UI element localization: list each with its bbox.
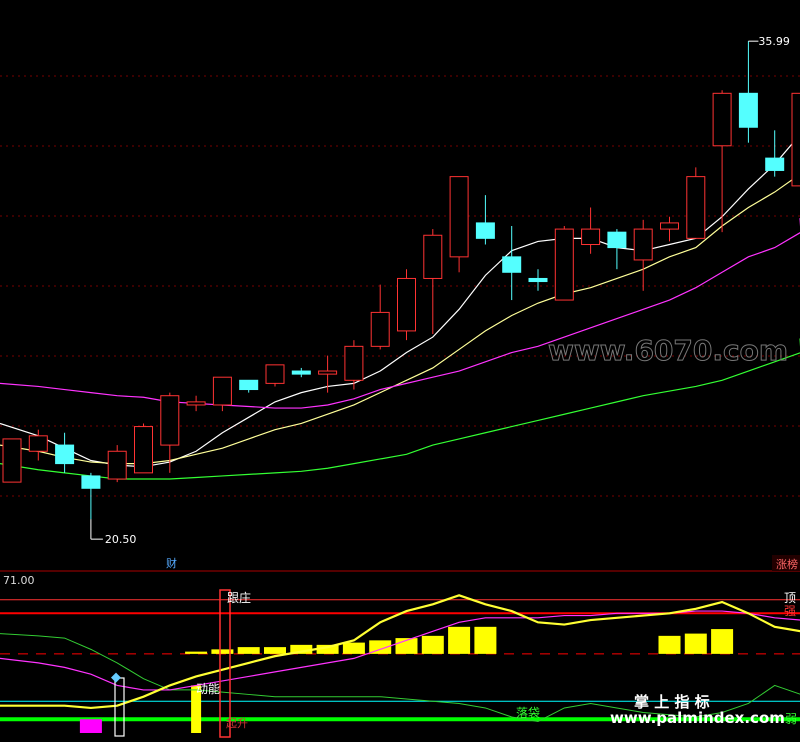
- candle-up: [686, 176, 706, 239]
- candle-down: [239, 379, 259, 391]
- candle-up: [28, 435, 48, 452]
- yellow-bar: [658, 635, 681, 654]
- strong-label: 强: [784, 604, 796, 618]
- candlesticks: [2, 41, 800, 540]
- watermark-center: www.6070.com: [548, 334, 788, 367]
- high-price-annotation: 35.99: [748, 35, 790, 48]
- indicator-top-value: 71.00: [3, 574, 35, 587]
- candle-down: [738, 92, 758, 128]
- yellow-bar: [264, 647, 286, 654]
- candle-up: [449, 176, 469, 258]
- yellow-bar: [711, 629, 734, 654]
- rank-marker[interactable]: 涨榜: [776, 557, 798, 571]
- candle-up: [134, 426, 153, 474]
- finance-marker[interactable]: 财: [166, 556, 177, 570]
- yellow-bar: [684, 633, 707, 654]
- high-price-label: 35.99: [758, 35, 790, 48]
- low-price-label: 20.50: [105, 533, 136, 546]
- rise-label: 起升: [226, 717, 248, 730]
- candle-up: [791, 92, 800, 187]
- candle-down: [55, 444, 75, 465]
- candle-up: [370, 311, 390, 347]
- yellow-bar: [237, 647, 260, 654]
- yellow-bar: [185, 651, 208, 654]
- candle-up: [633, 228, 653, 261]
- top-label: 顶: [784, 591, 796, 605]
- diamond-icon: ◆: [111, 670, 121, 685]
- candle-up: [212, 376, 232, 406]
- candle-down: [528, 277, 548, 283]
- zhuang-box: [219, 589, 231, 738]
- candle-up: [660, 222, 679, 230]
- candle-up: [712, 92, 732, 147]
- yellow-bar: [448, 626, 471, 654]
- candle-up: [186, 401, 206, 406]
- fall-label: 落袋: [516, 706, 540, 720]
- candle-up: [160, 395, 180, 446]
- energy-label: 动能: [196, 682, 220, 696]
- candle-down: [291, 370, 311, 375]
- candle-up: [265, 364, 285, 384]
- candle-up: [554, 228, 574, 301]
- yellow-bar: [342, 642, 365, 654]
- candle-up: [107, 450, 127, 480]
- candle-down: [765, 157, 785, 171]
- zhuang-label: 跟庄: [227, 590, 251, 605]
- weak-label: 弱: [785, 712, 797, 726]
- candle-up: [581, 228, 601, 246]
- candle-down: [502, 256, 522, 273]
- candle-up: [344, 345, 364, 381]
- candle-up: [423, 234, 443, 279]
- watermark-bottom-url: www.palmindex.com: [610, 709, 785, 727]
- candle-up: [2, 438, 22, 483]
- stock-chart-window: 35.99 20.50 财 涨榜 71.00 跟庄 ◆ 动能 起升 落袋 顶 强…: [0, 0, 800, 742]
- low-price-annotation: 20.50: [90, 533, 136, 546]
- candle-down: [607, 231, 627, 249]
- yellow-bar: [421, 635, 444, 654]
- chart-canvas: 35.99 20.50 财 涨榜 71.00 跟庄 ◆ 动能 起升 落袋 顶 强…: [0, 35, 800, 738]
- candle-up: [318, 370, 338, 375]
- candle-down: [475, 222, 495, 239]
- candle-down: [81, 475, 101, 489]
- yellow-bar: [474, 626, 497, 654]
- candle-up: [397, 277, 416, 332]
- magenta-block: [79, 719, 102, 733]
